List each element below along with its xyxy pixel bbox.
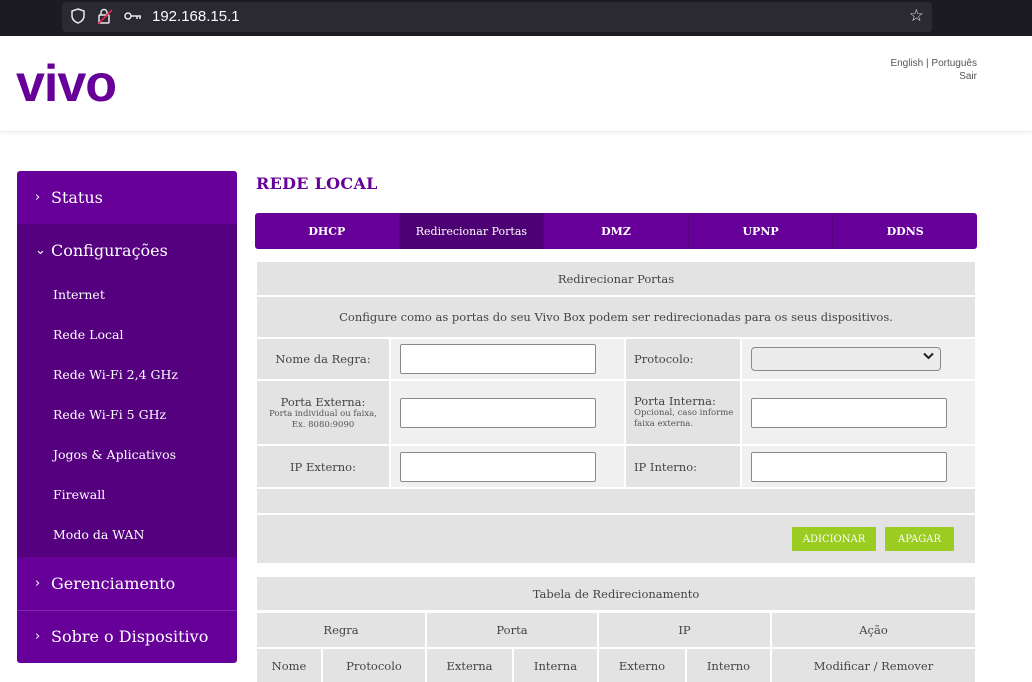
sidebar-item-status[interactable]: › Status	[17, 171, 237, 224]
ext-port-hint-1: Porta individual ou faixa,	[269, 408, 377, 419]
int-port-label: Porta Interna:	[634, 394, 716, 408]
sidebar-item-firewall[interactable]: Firewall	[53, 487, 105, 502]
table-group-header-acao: Ação	[772, 613, 975, 647]
delete-button[interactable]: APAGAR	[885, 527, 954, 551]
rule-name-label: Nome da Regra:	[257, 339, 389, 379]
ext-port-label: Porta Externa:	[280, 394, 366, 409]
section-description: Configure como as portas do seu Vivo Box…	[257, 297, 975, 337]
lang-english-link[interactable]: English	[890, 58, 923, 69]
ext-port-hint-2: Ex. 8080:9090	[291, 419, 355, 430]
int-port-hint-1: Opcional, caso informe	[634, 408, 734, 418]
ext-port-label-cell: Porta Externa: Porta individual ou faixa…	[257, 381, 389, 444]
sidebar-item-label: Sobre o Dispositivo	[51, 627, 209, 646]
rule-name-input[interactable]	[400, 344, 596, 374]
section-title: Redirecionar Portas	[257, 262, 975, 295]
sidebar-submenu: ⌄ Configurações Internet Rede Local Rede…	[17, 224, 237, 557]
chevron-right-icon: ›	[35, 190, 41, 205]
int-port-hint-2: faixa externa.	[634, 419, 694, 429]
sidebar-item-label: Gerenciamento	[51, 574, 176, 593]
sidebar-item-wifi-5[interactable]: Rede Wi-Fi 5 GHz	[53, 407, 166, 422]
page-title: REDE LOCAL	[256, 174, 378, 193]
protocol-select[interactable]	[751, 347, 941, 371]
sidebar-item-sobre[interactable]: › Sobre o Dispositivo	[17, 610, 237, 663]
table-title: Tabela de Redirecionamento	[257, 577, 975, 610]
sidebar-item-configuracoes[interactable]: ⌄ Configurações	[17, 224, 237, 277]
ext-port-input[interactable]	[400, 398, 596, 428]
table-header-protocolo: Protocolo	[323, 649, 425, 682]
sidebar-item-label: Status	[51, 188, 103, 207]
vivo-logo[interactable]: vivo	[16, 55, 156, 114]
language-links: English | Português Sair	[890, 57, 977, 83]
protocol-label: Protocolo:	[626, 339, 740, 379]
chevron-right-icon: ›	[35, 629, 41, 644]
address-bar[interactable]: 192.168.15.1 ☆	[62, 2, 932, 32]
table-header-modificar-remover: Modificar / Remover	[772, 649, 975, 682]
page-header: vivo English | Português Sair	[0, 36, 1032, 132]
sidebar-item-jogos[interactable]: Jogos & Aplicativos	[53, 447, 176, 462]
int-ip-input[interactable]	[751, 452, 947, 482]
sidebar-menu: › Status ⌄ Configurações Internet Rede L…	[17, 171, 237, 663]
tab-dmz[interactable]: DMZ	[544, 213, 689, 249]
table-group-header-regra: Regra	[257, 613, 425, 647]
sidebar-item-modo-wan[interactable]: Modo da WAN	[53, 527, 144, 542]
table-group-header-ip: IP	[599, 613, 770, 647]
sidebar-item-wifi-24[interactable]: Rede Wi-Fi 2,4 GHz	[53, 367, 178, 382]
tab-bar: DHCP Redirecionar Portas DMZ UPNP DDNS	[255, 213, 977, 249]
tab-upnp[interactable]: UPNP	[689, 213, 834, 249]
table-group-header-porta: Porta	[427, 613, 597, 647]
browser-toolbar: 192.168.15.1 ☆	[0, 0, 1032, 36]
table-header-nome: Nome	[257, 649, 321, 682]
int-ip-label: IP Interno:	[626, 446, 740, 487]
form-spacer	[257, 489, 975, 513]
shield-icon[interactable]	[71, 8, 85, 24]
chevron-right-icon: ›	[35, 576, 41, 591]
table-header-ip-interno: Interno	[687, 649, 770, 682]
table-header-porta-interna: Interna	[514, 649, 597, 682]
ext-ip-input[interactable]	[400, 452, 596, 482]
tab-redirecionar-portas[interactable]: Redirecionar Portas	[399, 213, 545, 249]
tab-dhcp[interactable]: DHCP	[255, 213, 400, 249]
sidebar-item-gerenciamento[interactable]: › Gerenciamento	[17, 557, 237, 610]
ext-ip-label: IP Externo:	[257, 446, 389, 487]
lang-portuguese-link[interactable]: Português	[931, 58, 977, 69]
int-port-label-cell: Porta Interna: Opcional, caso informe fa…	[626, 381, 740, 444]
sidebar-item-rede-local[interactable]: Rede Local	[53, 327, 123, 342]
vivo-logo-image: vivo	[16, 55, 117, 113]
sidebar-item-internet[interactable]: Internet	[53, 287, 105, 302]
chevron-down-icon: ⌄	[35, 243, 46, 258]
tab-ddns[interactable]: DDNS	[833, 213, 977, 249]
bookmark-star-icon[interactable]: ☆	[909, 6, 924, 26]
table-header-porta-externa: Externa	[427, 649, 512, 682]
url-text[interactable]: 192.168.15.1	[152, 8, 240, 25]
chevron-down-icon	[923, 352, 934, 363]
logout-link[interactable]: Sair	[959, 71, 977, 82]
svg-text:vivo: vivo	[16, 58, 116, 110]
int-port-input[interactable]	[751, 398, 947, 428]
table-header-ip-externo: Externo	[599, 649, 685, 682]
key-icon[interactable]	[124, 10, 142, 22]
sidebar-item-label: Configurações	[51, 241, 168, 260]
add-button[interactable]: ADICIONAR	[792, 527, 876, 551]
lock-insecure-icon[interactable]	[97, 8, 113, 25]
